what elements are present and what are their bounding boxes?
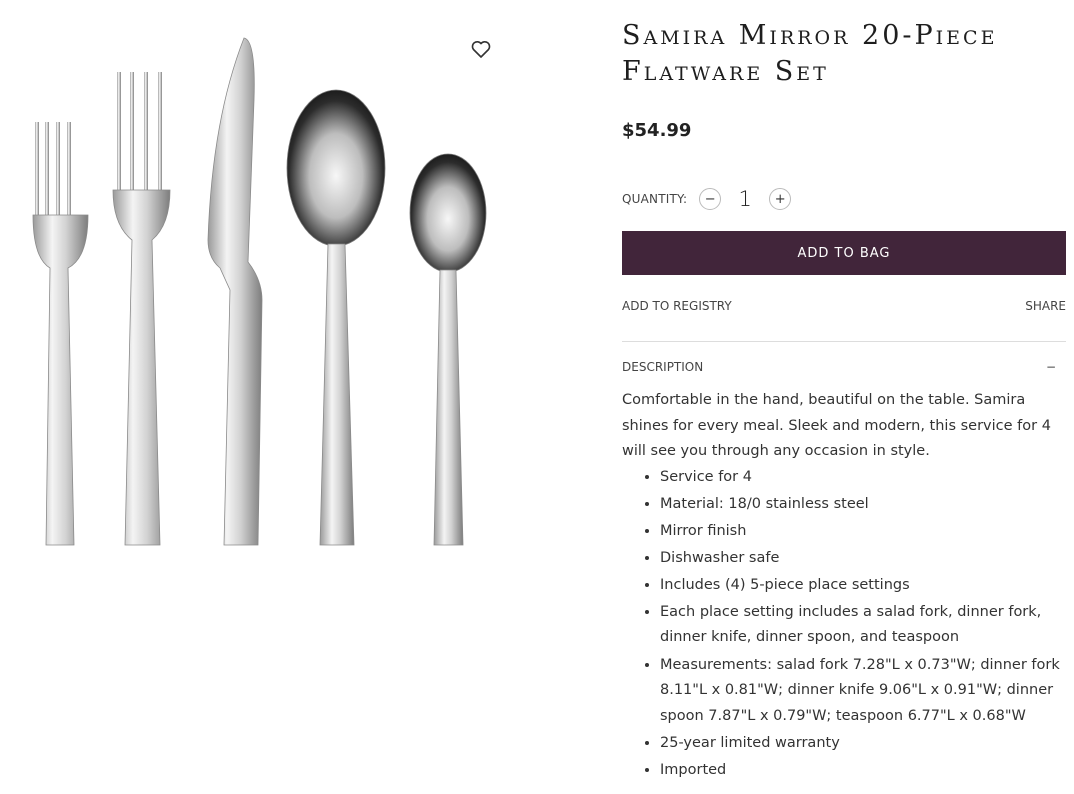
heart-outline-icon [471, 41, 491, 58]
add-to-registry-link[interactable]: ADD TO REGISTRY [622, 299, 732, 313]
salad-fork-image [32, 122, 89, 546]
product-price: $54.99 [622, 120, 692, 141]
quantity-value[interactable]: 1 [721, 187, 769, 211]
product-title-line1: Samira Mirror 20-Piece [622, 20, 998, 51]
feature-item: Includes (4) 5-piece place settings [660, 573, 1066, 599]
quantity-selector: QUANTITY: − 1 + [622, 185, 1066, 213]
product-title-line2: Flatware Set [622, 56, 829, 87]
quantity-label: QUANTITY: [622, 192, 688, 206]
teaspoon-image [409, 153, 487, 546]
feature-item: Service for 4 [660, 465, 1066, 491]
feature-item: 25-year limited warranty [660, 731, 1066, 757]
description-accordion-header[interactable]: DESCRIPTION − [622, 360, 1066, 374]
product-image[interactable] [0, 0, 540, 600]
dinner-fork-image [112, 72, 171, 546]
wishlist-button[interactable] [468, 36, 494, 62]
divider [622, 341, 1066, 342]
feature-item: Measurements: salad fork 7.28"L x 0.73"W… [660, 653, 1066, 730]
feature-item: Dishwasher safe [660, 546, 1066, 572]
feature-item: Each place setting includes a salad fork… [660, 600, 1066, 651]
product-title: Samira Mirror 20-Piece Flatware Set [622, 18, 1066, 90]
description-heading: DESCRIPTION [622, 360, 704, 374]
collapse-icon[interactable]: − [1046, 360, 1066, 374]
flatware-illustration [32, 37, 487, 546]
description-text: Comfortable in the hand, beautiful on th… [622, 392, 1051, 459]
product-info-panel: Samira Mirror 20-Piece Flatware Set $54.… [622, 18, 1066, 785]
feature-item: Mirror finish [660, 519, 1066, 545]
feature-item: Material: 18/0 stainless steel [660, 492, 1066, 518]
secondary-actions: ADD TO REGISTRY SHARE [622, 299, 1066, 313]
quantity-decrease-button[interactable]: − [699, 188, 722, 210]
feature-list: Service for 4 Material: 18/0 stainless s… [622, 465, 1066, 784]
add-to-bag-button[interactable]: ADD TO BAG [622, 231, 1066, 275]
share-link[interactable]: SHARE [1025, 299, 1066, 313]
quantity-increase-button[interactable]: + [769, 188, 792, 210]
dinner-knife-image [207, 37, 263, 546]
dinner-spoon-image [286, 89, 386, 546]
feature-item: Imported [660, 758, 1066, 784]
